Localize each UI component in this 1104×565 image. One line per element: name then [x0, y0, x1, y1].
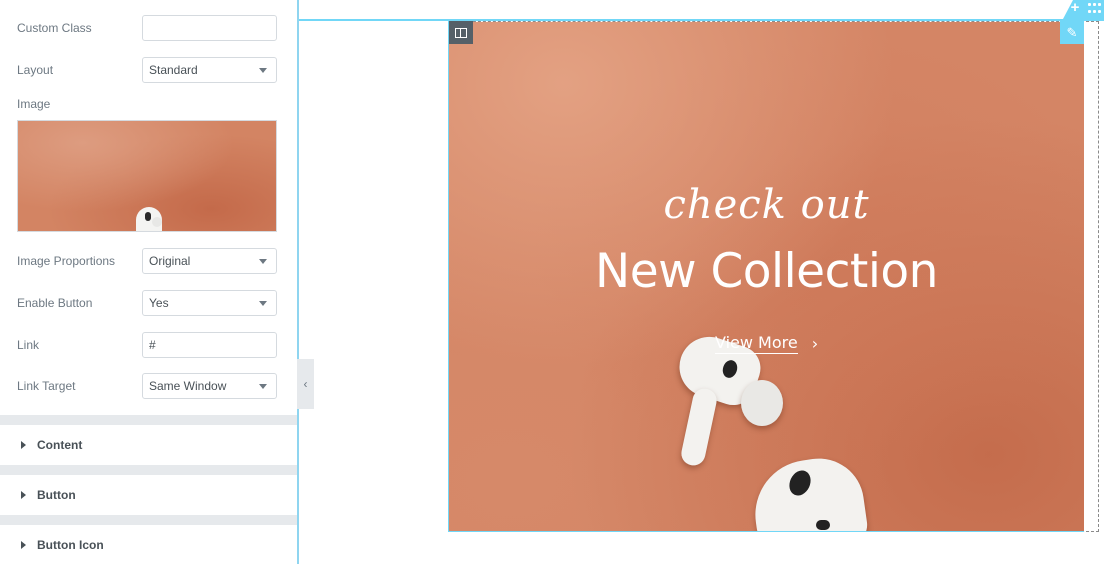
caret-down-icon	[259, 67, 267, 73]
link-label: Link	[17, 338, 40, 352]
banner-heading: New Collection	[595, 244, 938, 299]
caret-down-icon	[259, 300, 267, 306]
section-button-icon-title: Button Icon	[37, 538, 104, 552]
custom-class-input[interactable]	[142, 15, 277, 41]
section-content[interactable]: Content	[0, 425, 297, 465]
column-handle[interactable]	[449, 21, 473, 44]
caret-down-icon	[259, 383, 267, 389]
chevron-left-icon: ‹	[303, 377, 308, 391]
section-button[interactable]: Button	[0, 475, 297, 515]
section-divider	[0, 465, 297, 475]
banner-subheading: check out	[663, 182, 870, 228]
caret-right-icon	[21, 441, 26, 449]
plus-icon[interactable]: +	[1068, 0, 1082, 16]
drag-grid-icon[interactable]	[1088, 3, 1102, 15]
custom-class-label: Custom Class	[17, 21, 92, 35]
layout-select[interactable]: Standard	[142, 57, 277, 83]
image-picker[interactable]	[17, 120, 277, 232]
pencil-icon: ✎	[1066, 24, 1078, 40]
layout-select-value: Standard	[149, 63, 198, 77]
enable-button-value: Yes	[149, 296, 169, 310]
caret-right-icon	[21, 541, 26, 549]
section-divider	[0, 415, 297, 425]
banner-widget[interactable]: check out New Collection View More ›	[449, 22, 1084, 531]
enable-button-label: Enable Button	[17, 296, 93, 310]
enable-button-select[interactable]: Yes	[142, 290, 277, 316]
section-button-icon[interactable]: Button Icon	[0, 525, 297, 565]
view-more-button[interactable]: View More ›	[715, 331, 818, 355]
section-button-title: Button	[37, 488, 76, 502]
image-proportions-label: Image Proportions	[17, 254, 116, 268]
link-target-value: Same Window	[149, 379, 227, 393]
column-icon	[455, 27, 467, 38]
layout-label: Layout	[17, 63, 54, 77]
link-target-label: Link Target	[17, 379, 76, 393]
section-content-title: Content	[37, 438, 83, 452]
link-target-select[interactable]: Same Window	[142, 373, 277, 399]
link-input[interactable]: #	[142, 332, 277, 358]
chevron-right-icon: ›	[811, 333, 819, 353]
column-edge	[448, 531, 1084, 532]
edit-widget-button[interactable]: ✎	[1060, 21, 1084, 44]
collapse-panel-button[interactable]: ‹	[297, 359, 314, 409]
caret-down-icon	[259, 258, 267, 264]
image-proportions-value: Original	[149, 254, 191, 268]
earbud-thumbnail	[136, 207, 162, 231]
settings-panel: Custom Class Layout Standard Image Image…	[0, 0, 297, 565]
column-edge	[448, 21, 449, 532]
caret-right-icon	[21, 491, 26, 499]
view-more-label: View More	[715, 332, 798, 354]
section-divider	[0, 515, 297, 525]
panel-edge	[297, 0, 299, 564]
image-label: Image	[17, 97, 51, 111]
image-proportions-select[interactable]: Original	[142, 248, 277, 274]
